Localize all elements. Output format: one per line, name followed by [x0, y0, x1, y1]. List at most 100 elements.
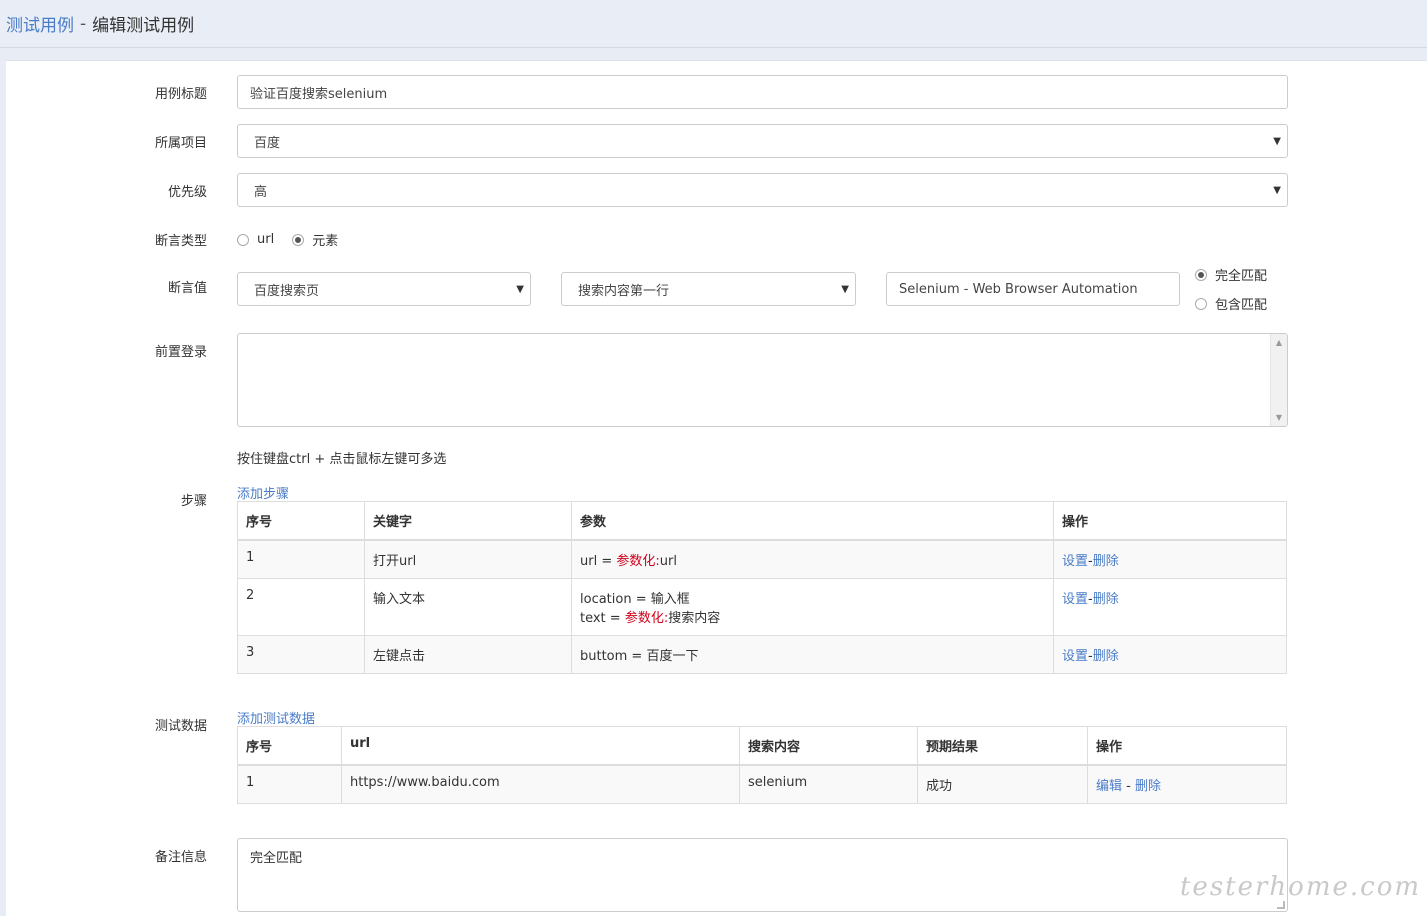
radio-checked-icon[interactable] [1195, 268, 1207, 281]
multiselect-hint: 按住键盘ctrl + 点击鼠标左键可多选 [237, 452, 447, 467]
step-params: url = 参数化:url [571, 539, 1054, 579]
column-header: 操作 [1053, 501, 1287, 541]
column-header: 操作 [1087, 726, 1287, 766]
breadcrumb-separator: - [80, 13, 87, 34]
priority-selected-value: 高 [254, 184, 268, 200]
param-prefix: buttom = 百度一下 [580, 649, 699, 664]
test-data-label: 测试数据 [154, 719, 207, 734]
scroll-down-icon[interactable]: ▼ [1271, 413, 1287, 422]
set-step-link[interactable]: 设置 [1062, 592, 1088, 607]
pre-login-label: 前置登录 [154, 345, 207, 360]
match-radio-group: 完全匹配 包含匹配 [1195, 265, 1285, 313]
table-row: 3 左键点击 buttom = 百度一下 设置-删除 [237, 635, 1287, 674]
project-selected-value: 百度 [254, 135, 281, 151]
steps-table: 序号 关键字 参数 操作 1 打开url url = 参数化:url 设置-删除… [237, 501, 1287, 674]
assert-value-label: 断言值 [167, 281, 207, 296]
assert-type-label: 断言类型 [154, 234, 207, 249]
breadcrumb-link-test-cases[interactable]: 测试用例 [6, 11, 74, 36]
column-header: 预期结果 [917, 726, 1088, 766]
notes-label: 备注信息 [154, 850, 207, 865]
assert-text-input-wrapper [886, 272, 1180, 306]
scroll-up-icon[interactable]: ▲ [1271, 338, 1287, 347]
radio-unchecked-icon[interactable] [237, 233, 249, 246]
param-prefix: location = 输入框 [580, 592, 690, 607]
priority-label: 优先级 [167, 185, 207, 200]
notes-value: 完全匹配 [250, 851, 303, 866]
action-separator: - [1122, 779, 1135, 794]
table-row: 2 输入文本 location = 输入框 text = 参数化:搜索内容 设置… [237, 578, 1287, 636]
title-label: 用例标题 [154, 87, 207, 102]
param-suffix: url [659, 554, 677, 569]
notes-textarea[interactable]: 完全匹配 [237, 838, 1288, 912]
table-header-row: 序号 关键字 参数 操作 [237, 501, 1287, 541]
delete-step-link[interactable]: 删除 [1093, 554, 1119, 569]
column-header: 参数 [571, 501, 1054, 541]
assert-element-select[interactable]: 搜索内容第一行 ▼ [561, 272, 856, 306]
radio-unchecked-icon[interactable] [1195, 297, 1207, 310]
data-number: 1 [237, 764, 342, 804]
assert-type-radio-group: url 元素 [237, 230, 356, 249]
delete-step-link[interactable]: 删除 [1093, 649, 1119, 664]
step-number: 3 [237, 635, 365, 674]
radio-checked-icon[interactable] [292, 233, 305, 246]
assert-element-selected-value: 搜索内容第一行 [578, 283, 670, 299]
column-header: 关键字 [364, 501, 572, 541]
step-keyword: 左键点击 [364, 635, 572, 674]
step-actions: 设置-删除 [1053, 578, 1287, 636]
param-highlight: 参数化: [616, 554, 660, 569]
project-label: 所属项目 [154, 136, 207, 151]
param-prefix: text = [580, 611, 625, 626]
column-header: url [341, 726, 740, 766]
set-step-link[interactable]: 设置 [1062, 649, 1088, 664]
step-number: 2 [237, 578, 365, 636]
delete-step-link[interactable]: 删除 [1093, 592, 1119, 607]
priority-select[interactable]: 高 ▼ [237, 173, 1288, 207]
delete-data-link[interactable]: 删除 [1135, 779, 1161, 794]
param-highlight: 参数化: [624, 611, 669, 626]
steps-label: 步骤 [180, 494, 207, 509]
table-row: 1 打开url url = 参数化:url 设置-删除 [237, 539, 1287, 579]
add-step-link[interactable]: 添加步骤 [237, 483, 289, 502]
breadcrumb: 测试用例 - 编辑测试用例 [0, 0, 1427, 48]
data-search: selenium [739, 764, 918, 804]
match-option-label: 包含匹配 [1215, 298, 1268, 313]
match-radio-contains[interactable]: 包含匹配 [1195, 294, 1267, 313]
step-keyword: 打开url [364, 539, 572, 579]
title-input-wrapper [237, 75, 1288, 109]
step-actions: 设置-删除 [1053, 539, 1287, 579]
caret-down-icon: ▼ [1273, 135, 1281, 147]
column-header: 序号 [237, 501, 365, 541]
form-panel: 用例标题 所属项目 百度 ▼ 优先级 高 ▼ 断言类型 url 元素 断言值 百… [6, 60, 1427, 916]
step-params: location = 输入框 text = 参数化:搜索内容 [571, 578, 1054, 636]
title-input[interactable] [250, 84, 1275, 100]
watermark-logo: testerhome.com [1179, 872, 1421, 902]
step-number: 1 [237, 539, 365, 579]
assert-type-radio-url[interactable]: url [237, 232, 274, 247]
assert-text-input[interactable] [899, 281, 1167, 297]
match-radio-exact[interactable]: 完全匹配 [1195, 265, 1267, 284]
table-header-row: 序号 url 搜索内容 预期结果 操作 [237, 726, 1287, 766]
edit-data-link[interactable]: 编辑 [1096, 779, 1122, 794]
resize-handle-icon[interactable] [1277, 901, 1285, 909]
project-select[interactable]: 百度 ▼ [237, 124, 1288, 158]
step-params: buttom = 百度一下 [571, 635, 1054, 674]
caret-down-icon: ▼ [1273, 184, 1281, 196]
assert-page-select[interactable]: 百度搜索页 ▼ [237, 272, 531, 306]
set-step-link[interactable]: 设置 [1062, 554, 1088, 569]
pre-login-multiselect[interactable]: ▲ ▼ [237, 333, 1288, 427]
step-keyword: 输入文本 [364, 578, 572, 636]
add-test-data-link[interactable]: 添加测试数据 [237, 708, 315, 727]
param-suffix: 搜索内容 [668, 611, 721, 626]
step-actions: 设置-删除 [1053, 635, 1287, 674]
data-expected: 成功 [917, 764, 1088, 804]
column-header: 序号 [237, 726, 342, 766]
test-data-table: 序号 url 搜索内容 预期结果 操作 1 https://www.baidu.… [237, 726, 1287, 804]
caret-down-icon: ▼ [516, 283, 524, 295]
data-url: https://www.baidu.com [341, 764, 740, 804]
data-actions: 编辑 - 删除 [1087, 764, 1287, 804]
column-header: 搜索内容 [739, 726, 918, 766]
assert-type-radio-element[interactable]: 元素 [292, 230, 338, 249]
assert-page-selected-value: 百度搜索页 [254, 283, 320, 299]
scrollbar[interactable]: ▲ ▼ [1270, 334, 1287, 426]
assert-type-option-label: 元素 [312, 234, 339, 249]
